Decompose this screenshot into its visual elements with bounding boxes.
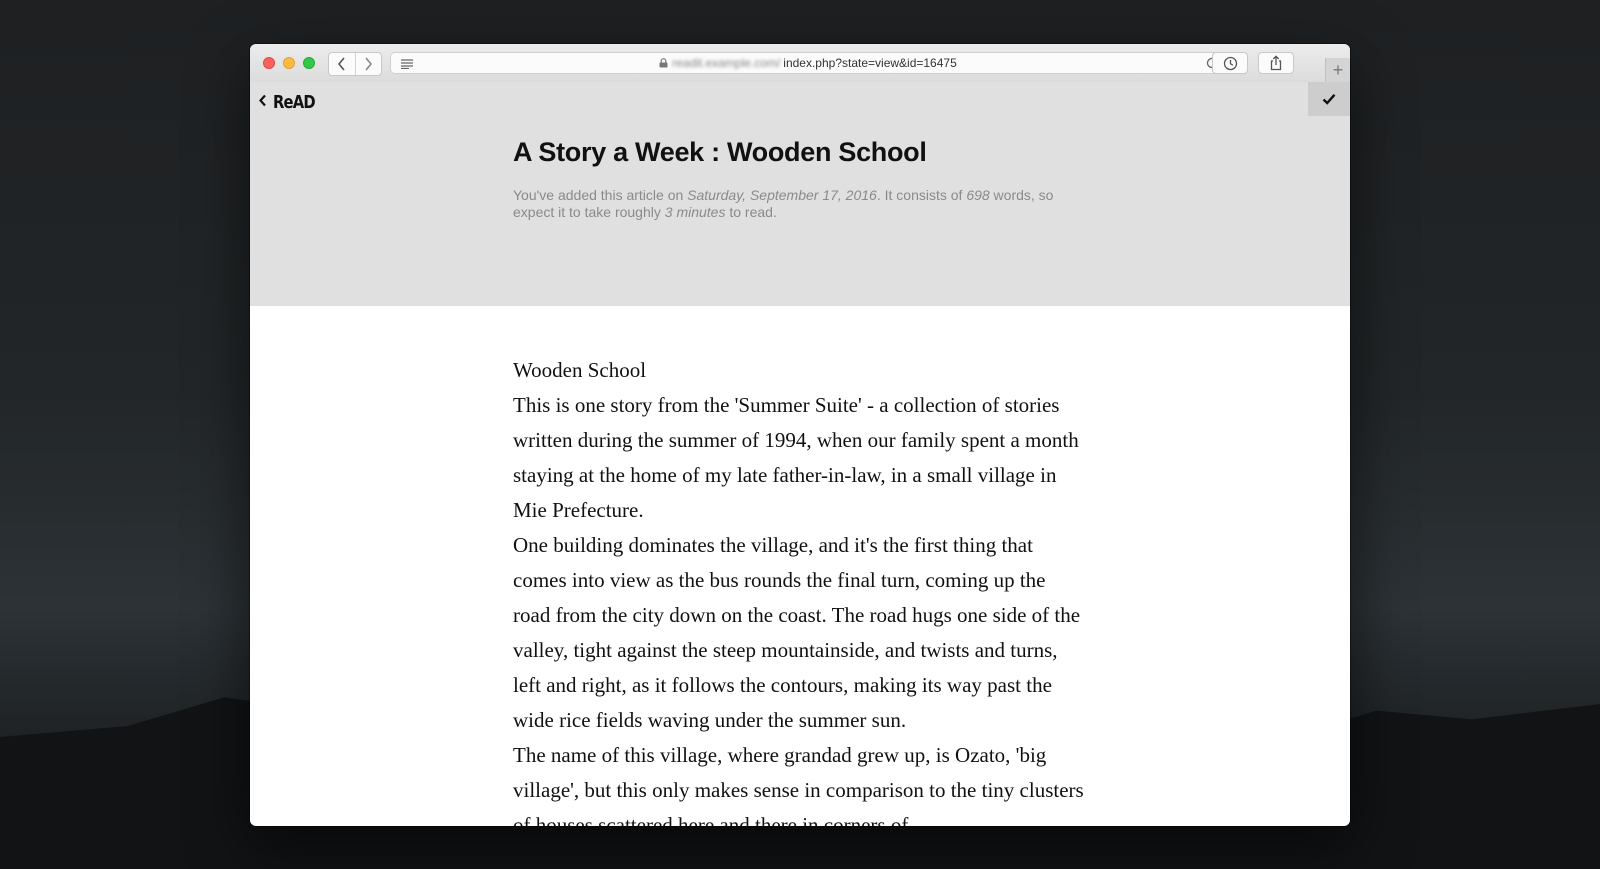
close-window-button[interactable] <box>263 57 275 69</box>
clock-icon <box>1223 56 1237 70</box>
chevron-left-icon <box>258 94 267 112</box>
history-button[interactable] <box>1212 52 1248 74</box>
article-title: A Story a Week : Wooden School <box>513 137 927 167</box>
meta-word-count: 698 <box>966 187 990 203</box>
chevron-right-icon <box>365 57 373 71</box>
browser-toolbar: readit.example.com/ index.php?state=view… <box>250 44 1350 83</box>
meta-mid: . It consists of <box>876 187 967 203</box>
article-paragraph: The name of this village, where grandad … <box>513 743 1084 826</box>
share-button[interactable] <box>1258 52 1294 74</box>
minimize-window-button[interactable] <box>283 57 295 69</box>
page-content: ReAD A Story a Week : Wooden School You'… <box>250 82 1350 826</box>
url-path: index.php?state=view&id=16475 <box>783 56 957 70</box>
lock-icon <box>659 58 668 68</box>
new-tab-button[interactable]: + <box>1325 58 1350 82</box>
article-header: ReAD A Story a Week : Wooden School You'… <box>250 82 1350 306</box>
back-to-list-link[interactable]: ReAD <box>258 92 324 113</box>
forward-button[interactable] <box>354 53 382 75</box>
meta-date: Saturday, September 17, 2016 <box>687 187 877 203</box>
zoom-window-button[interactable] <box>303 57 315 69</box>
plus-icon: + <box>1332 59 1344 80</box>
address-bar[interactable]: readit.example.com/ index.php?state=view… <box>390 52 1226 74</box>
url-display: readit.example.com/ index.php?state=view… <box>391 53 1225 73</box>
nav-button-group <box>328 52 382 76</box>
share-icon <box>1270 55 1282 71</box>
article-paragraph: This is one story from the 'Summer Suite… <box>513 393 1079 522</box>
meta-reading-time: 3 minutes <box>664 204 726 220</box>
article-paragraph: Wooden School <box>513 358 647 382</box>
meta-suffix: to read. <box>725 204 777 220</box>
browser-window: readit.example.com/ index.php?state=view… <box>250 44 1350 826</box>
mark-read-button[interactable] <box>1308 82 1350 116</box>
chevron-left-icon <box>337 57 345 71</box>
article-meta: You've added this article on Saturday, S… <box>513 187 1083 221</box>
checkmark-icon <box>1322 94 1336 105</box>
article-paragraph: One building dominates the village, and … <box>513 533 1081 732</box>
meta-prefix: You've added this article on <box>513 187 688 203</box>
article-body: Wooden School This is one story from the… <box>513 353 1088 826</box>
back-button[interactable] <box>329 53 355 75</box>
app-logo: ReAD <box>273 92 316 113</box>
url-domain-obscured: readit.example.com/ <box>672 56 781 70</box>
